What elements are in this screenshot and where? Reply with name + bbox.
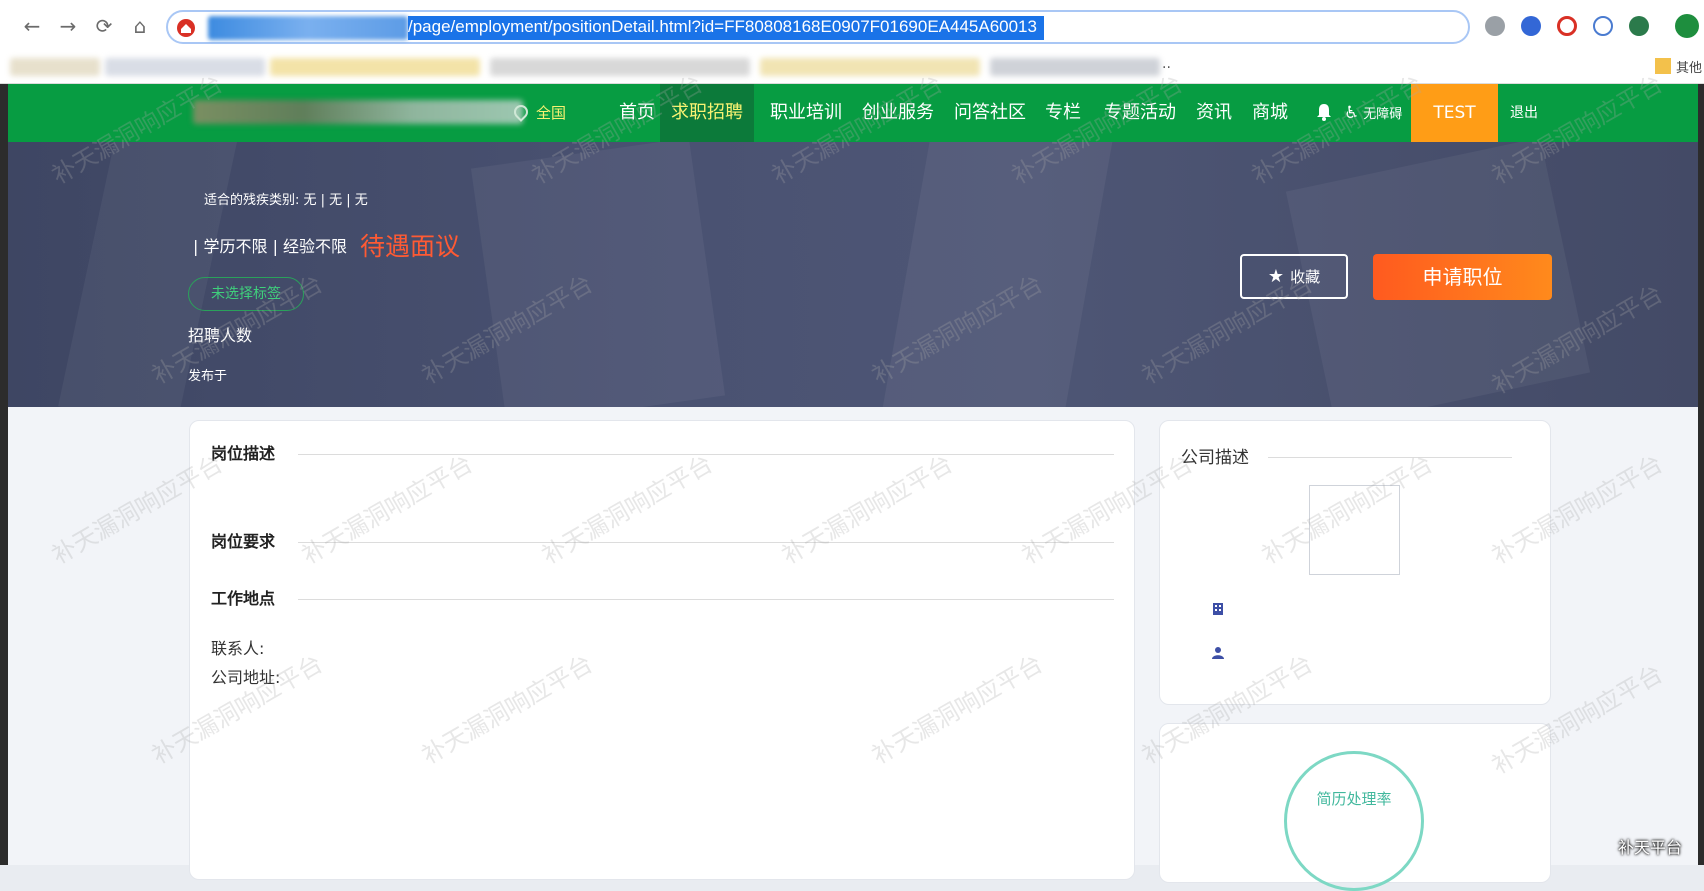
section-title-description: 岗位描述 xyxy=(211,444,276,463)
location-pin-icon xyxy=(511,102,531,122)
reload-icon[interactable]: ⟳ xyxy=(90,12,118,40)
window-right-edge xyxy=(1698,84,1704,865)
notification-extension-icon[interactable] xyxy=(1557,16,1577,36)
nav-news[interactable]: 资讯 xyxy=(1192,84,1236,142)
globe-extension-icon[interactable] xyxy=(1521,16,1541,36)
apply-button[interactable]: 申请职位 xyxy=(1373,254,1552,300)
corner-watermark: 补天平台 xyxy=(1618,838,1683,857)
bookmark-blurred[interactable] xyxy=(490,58,750,76)
favorite-label: 收藏 xyxy=(1290,268,1321,286)
browser-toolbar: ← → ⟳ ⌂ /page/employment/positionDetail.… xyxy=(0,0,1704,52)
nav-training[interactable]: 职业培训 xyxy=(764,84,848,142)
nav-jobs[interactable]: 求职招聘 xyxy=(660,84,754,142)
profile-avatar[interactable] xyxy=(1675,14,1699,38)
address-label: 公司地址: xyxy=(211,668,281,687)
section-divider xyxy=(298,542,1114,543)
nav-topics[interactable]: 专题活动 xyxy=(1098,84,1182,142)
bookmark-blurred[interactable] xyxy=(10,58,100,76)
green-extension-icon[interactable] xyxy=(1629,16,1649,36)
salary: 待遇面议 xyxy=(360,232,461,261)
bookmark-overflow[interactable]: .. xyxy=(1162,56,1171,72)
job-requirements-summary: | 学历不限 | 经验不限 xyxy=(193,237,348,256)
nav-home[interactable]: 首页 xyxy=(612,84,662,142)
bookmark-blurred[interactable] xyxy=(105,58,265,76)
resume-rate-ring xyxy=(1284,751,1424,891)
window-left-edge xyxy=(0,84,8,865)
nav-column[interactable]: 专栏 xyxy=(1040,84,1086,142)
section-title-requirement: 岗位要求 xyxy=(211,532,276,551)
other-bookmarks[interactable]: 其他 xyxy=(1676,57,1702,76)
url-redacted-host xyxy=(208,16,408,40)
back-icon[interactable]: ← xyxy=(18,12,46,40)
hero-bg-shape xyxy=(470,142,726,407)
folder-icon xyxy=(1655,58,1671,74)
bookmarks-bar: .. 其他 xyxy=(0,52,1704,84)
bookmark-blurred[interactable] xyxy=(270,58,480,76)
company-logo xyxy=(1309,485,1400,575)
browser-window: ← → ⟳ ⌂ /page/employment/positionDetail.… xyxy=(0,0,1704,891)
contact-label: 联系人: xyxy=(211,639,265,658)
site-favicon-icon xyxy=(177,19,195,37)
home-icon[interactable]: ⌂ xyxy=(126,12,154,40)
location-selector[interactable]: 全国 xyxy=(511,102,567,124)
wheelchair-icon: ♿ xyxy=(1344,103,1360,123)
job-tag: 未选择标签 xyxy=(188,277,304,311)
section-title-location: 工作地点 xyxy=(211,589,276,608)
site-logo-redacted[interactable] xyxy=(193,100,523,124)
job-hero: 适合的残疾类别: 无 | 无 | 无 | 学历不限 | 经验不限 待遇面议 未选… xyxy=(8,142,1698,407)
site-header: 全国 首页 求职招聘 职业培训 创业服务 问答社区 专栏 专题活动 资讯 商城 … xyxy=(8,84,1698,142)
section-divider xyxy=(1268,457,1512,458)
accessibility-label: 无障碍 xyxy=(1363,107,1403,122)
person-icon xyxy=(1212,647,1224,659)
section-divider xyxy=(298,454,1114,455)
location-label: 全国 xyxy=(536,104,567,122)
extension-icon[interactable] xyxy=(1485,16,1505,36)
logout-link[interactable]: 退出 xyxy=(1510,102,1538,124)
resume-rate-label: 简历处理率 xyxy=(1316,790,1392,808)
user-name[interactable]: TEST xyxy=(1411,84,1498,142)
url-text[interactable]: /page/employment/positionDetail.html?id=… xyxy=(408,15,1037,39)
nav-qa[interactable]: 问答社区 xyxy=(948,84,1032,142)
bookmark-blurred[interactable] xyxy=(760,58,980,76)
star-icon: ★ xyxy=(1267,266,1285,287)
hero-bg-shape xyxy=(881,142,1115,407)
bookmark-blurred[interactable] xyxy=(990,58,1160,76)
accessibility-toggle[interactable]: ♿ 无障碍 xyxy=(1344,102,1402,126)
section-divider xyxy=(298,599,1114,600)
nav-mall[interactable]: 商城 xyxy=(1248,84,1292,142)
headcount-label: 招聘人数 xyxy=(188,326,253,345)
forward-icon[interactable]: → xyxy=(54,12,82,40)
address-bar[interactable]: /page/employment/positionDetail.html?id=… xyxy=(166,10,1470,44)
published-label: 发布于 xyxy=(188,369,228,384)
favorite-button[interactable]: ★ 收藏 xyxy=(1240,254,1348,299)
building-icon xyxy=(1213,603,1223,615)
job-detail-card xyxy=(189,420,1135,880)
bell-icon[interactable] xyxy=(1316,103,1332,121)
company-title: 公司描述 xyxy=(1181,448,1249,468)
disability-types: 适合的残疾类别: 无 | 无 | 无 xyxy=(204,193,368,208)
cloud-extension-icon[interactable] xyxy=(1593,16,1613,36)
nav-startup[interactable]: 创业服务 xyxy=(856,84,940,142)
